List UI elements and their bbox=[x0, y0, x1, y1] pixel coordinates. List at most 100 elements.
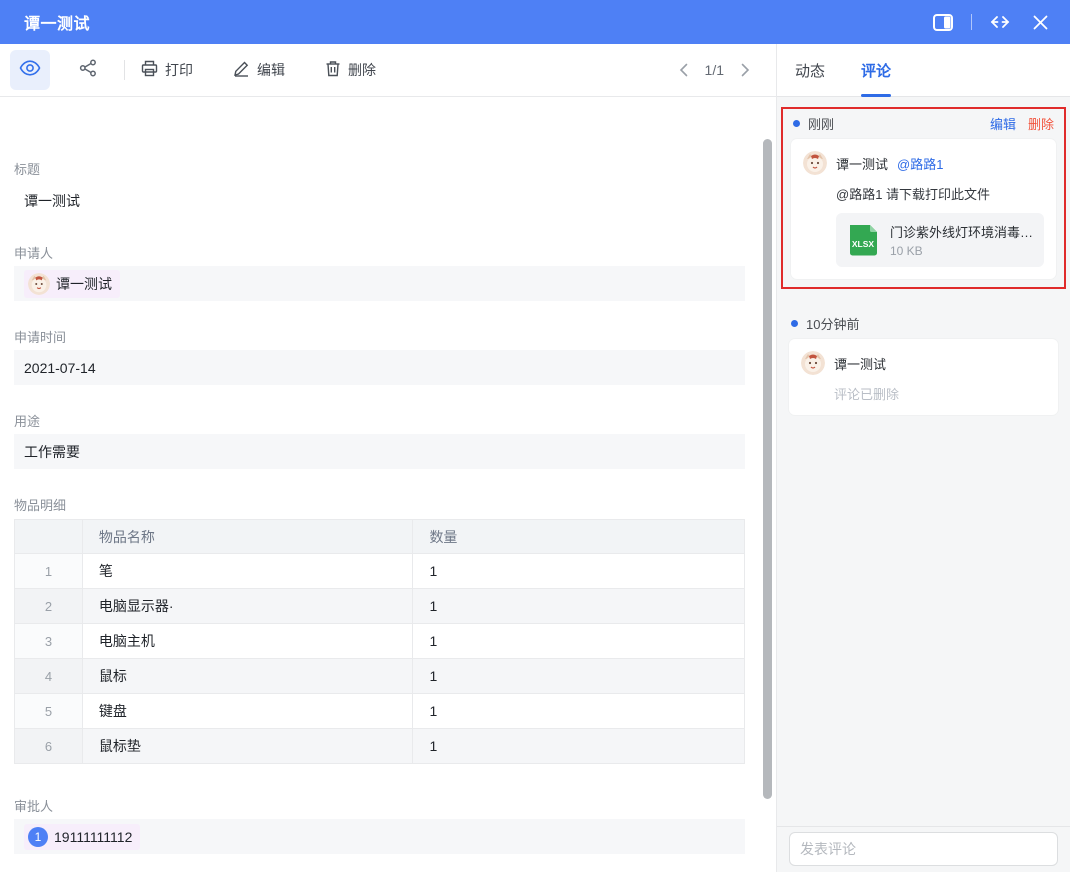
comment-time: 10分钟前 bbox=[806, 314, 859, 333]
share-button[interactable] bbox=[68, 50, 108, 90]
row-qty: 1 bbox=[413, 729, 745, 764]
row-index: 3 bbox=[15, 624, 83, 659]
close-icon[interactable] bbox=[1028, 10, 1052, 34]
pencil-icon bbox=[233, 60, 250, 80]
delete-label: 删除 bbox=[348, 60, 376, 80]
comments-panel: 动态 评论 刚刚 编辑 删除 谭一测试 @路路1 bbox=[777, 44, 1070, 872]
window-title: 谭一测试 bbox=[24, 10, 90, 34]
items-table: 物品名称 数量 1 笔 1 2 电脑显示器· 1 3 电脑主机 1 bbox=[14, 519, 745, 764]
row-index: 6 bbox=[15, 729, 83, 764]
svg-text:XLSX: XLSX bbox=[852, 239, 875, 249]
table-header-qty: 数量 bbox=[413, 520, 745, 554]
row-name: 键盘 bbox=[82, 694, 413, 729]
table-header-row: 物品名称 数量 bbox=[15, 520, 745, 554]
comment-delete-link[interactable]: 删除 bbox=[1028, 114, 1054, 133]
comment-author-name: 谭一测试 bbox=[834, 354, 886, 373]
attachment-name: 门诊紫外线灯环境消毒... .xlsx bbox=[890, 222, 1034, 241]
print-label: 打印 bbox=[165, 60, 193, 80]
items-label: 物品明细 bbox=[14, 495, 66, 514]
comment-group-header: 刚刚 编辑 删除 bbox=[783, 109, 1064, 137]
comment-author-name: 谭一测试 bbox=[836, 154, 888, 173]
comment-time: 刚刚 bbox=[808, 114, 834, 133]
tab-comments[interactable]: 评论 bbox=[861, 44, 891, 97]
comment-actions: 编辑 删除 bbox=[990, 114, 1054, 133]
edit-label: 编辑 bbox=[257, 60, 285, 80]
row-name: 鼠标垫 bbox=[82, 729, 413, 764]
resize-horizontal-icon[interactable] bbox=[988, 10, 1012, 34]
chevron-right-icon[interactable] bbox=[734, 59, 756, 81]
row-index: 4 bbox=[15, 659, 83, 694]
row-qty: 1 bbox=[413, 554, 745, 589]
avatar bbox=[28, 273, 50, 295]
tab-activity[interactable]: 动态 bbox=[795, 44, 825, 97]
comment-input[interactable] bbox=[789, 832, 1058, 866]
attachment-meta: 门诊紫外线灯环境消毒... .xlsx 10 KB bbox=[890, 222, 1034, 258]
vertical-scrollbar[interactable] bbox=[763, 139, 772, 799]
table-row: 5 键盘 1 bbox=[15, 694, 745, 729]
field-value-applicant: 谭一测试 bbox=[14, 266, 745, 301]
toolbar-divider bbox=[124, 60, 125, 80]
document-toolbar: 打印 编辑 删除 1/1 bbox=[0, 44, 776, 97]
edit-button[interactable]: 编辑 bbox=[233, 60, 285, 80]
eye-icon bbox=[19, 60, 41, 81]
comment-composer bbox=[777, 826, 1070, 872]
member-name: 谭一测试 bbox=[56, 274, 112, 294]
share-icon bbox=[79, 59, 97, 82]
row-name: 电脑显示器· bbox=[82, 589, 413, 624]
row-qty: 1 bbox=[413, 624, 745, 659]
comment-author-row: 谭一测试 bbox=[801, 351, 1046, 375]
comment-mention[interactable]: @路路1 bbox=[897, 154, 943, 173]
field-value-purpose: 工作需要 bbox=[14, 434, 745, 469]
comment-list: 刚刚 编辑 删除 谭一测试 @路路1 @路路1 请下载打印此文件 XLSX bbox=[777, 97, 1070, 826]
printer-icon bbox=[141, 60, 158, 80]
row-index: 2 bbox=[15, 589, 83, 624]
row-name: 电脑主机 bbox=[82, 624, 413, 659]
table-row: 4 鼠标 1 bbox=[15, 659, 745, 694]
comment-deleted-text: 评论已删除 bbox=[834, 384, 1046, 403]
row-name: 鼠标 bbox=[82, 659, 413, 694]
row-name: 笔 bbox=[82, 554, 413, 589]
comment-group-header: 10分钟前 bbox=[781, 309, 1066, 337]
comment-text: @路路1 请下载打印此文件 bbox=[836, 184, 1044, 203]
timeline-dot bbox=[793, 120, 800, 127]
print-button[interactable]: 打印 bbox=[141, 60, 193, 80]
panel-tabs: 动态 评论 bbox=[777, 44, 1070, 97]
table-header-index bbox=[15, 520, 83, 554]
timeline-dot bbox=[791, 320, 798, 327]
row-index: 1 bbox=[15, 554, 83, 589]
titlebar-divider bbox=[971, 14, 972, 30]
row-qty: 1 bbox=[413, 694, 745, 729]
table-row: 1 笔 1 bbox=[15, 554, 745, 589]
sidebar-toggle-icon[interactable] bbox=[931, 10, 955, 34]
preview-button[interactable] bbox=[10, 50, 50, 90]
approver-phone: 19111111112 bbox=[54, 829, 132, 845]
row-qty: 1 bbox=[413, 589, 745, 624]
field-label-date: 申请时间 bbox=[14, 327, 66, 346]
titlebar-actions bbox=[931, 10, 1052, 34]
comment-card: 谭一测试 评论已删除 bbox=[789, 339, 1058, 415]
approver-chip[interactable]: 1 19111111112 bbox=[24, 824, 140, 850]
member-chip[interactable]: 谭一测试 bbox=[24, 270, 120, 298]
row-index: 5 bbox=[15, 694, 83, 729]
row-qty: 1 bbox=[413, 659, 745, 694]
comment-edit-link[interactable]: 编辑 bbox=[990, 114, 1016, 133]
form-content: 标题 谭一测试 申请人 谭一测试 申请时间 2021-07-14 用途 工作需要… bbox=[0, 97, 776, 872]
approver-label: 审批人 bbox=[14, 796, 53, 815]
field-value-title: 谭一测试 bbox=[24, 191, 80, 211]
chevron-left-icon[interactable] bbox=[673, 59, 695, 81]
approver-value: 1 19111111112 bbox=[14, 819, 745, 854]
comment-author-row: 谭一测试 @路路1 bbox=[803, 151, 1044, 175]
delete-button[interactable]: 删除 bbox=[325, 60, 376, 80]
table-row: 2 电脑显示器· 1 bbox=[15, 589, 745, 624]
attachment-size: 10 KB bbox=[890, 244, 1034, 258]
table-row: 3 电脑主机 1 bbox=[15, 624, 745, 659]
approval-detail-window: 谭一测试 bbox=[0, 0, 1070, 872]
purpose-value: 工作需要 bbox=[24, 442, 80, 462]
xlsx-file-icon: XLSX bbox=[846, 223, 880, 257]
field-label-title: 标题 bbox=[14, 159, 40, 178]
trash-icon bbox=[325, 60, 341, 80]
page-indicator: 1/1 bbox=[705, 62, 724, 78]
table-row: 6 鼠标垫 1 bbox=[15, 729, 745, 764]
attachment-card[interactable]: XLSX 门诊紫外线灯环境消毒... .xlsx 10 KB bbox=[836, 213, 1044, 267]
date-value: 2021-07-14 bbox=[24, 360, 96, 376]
